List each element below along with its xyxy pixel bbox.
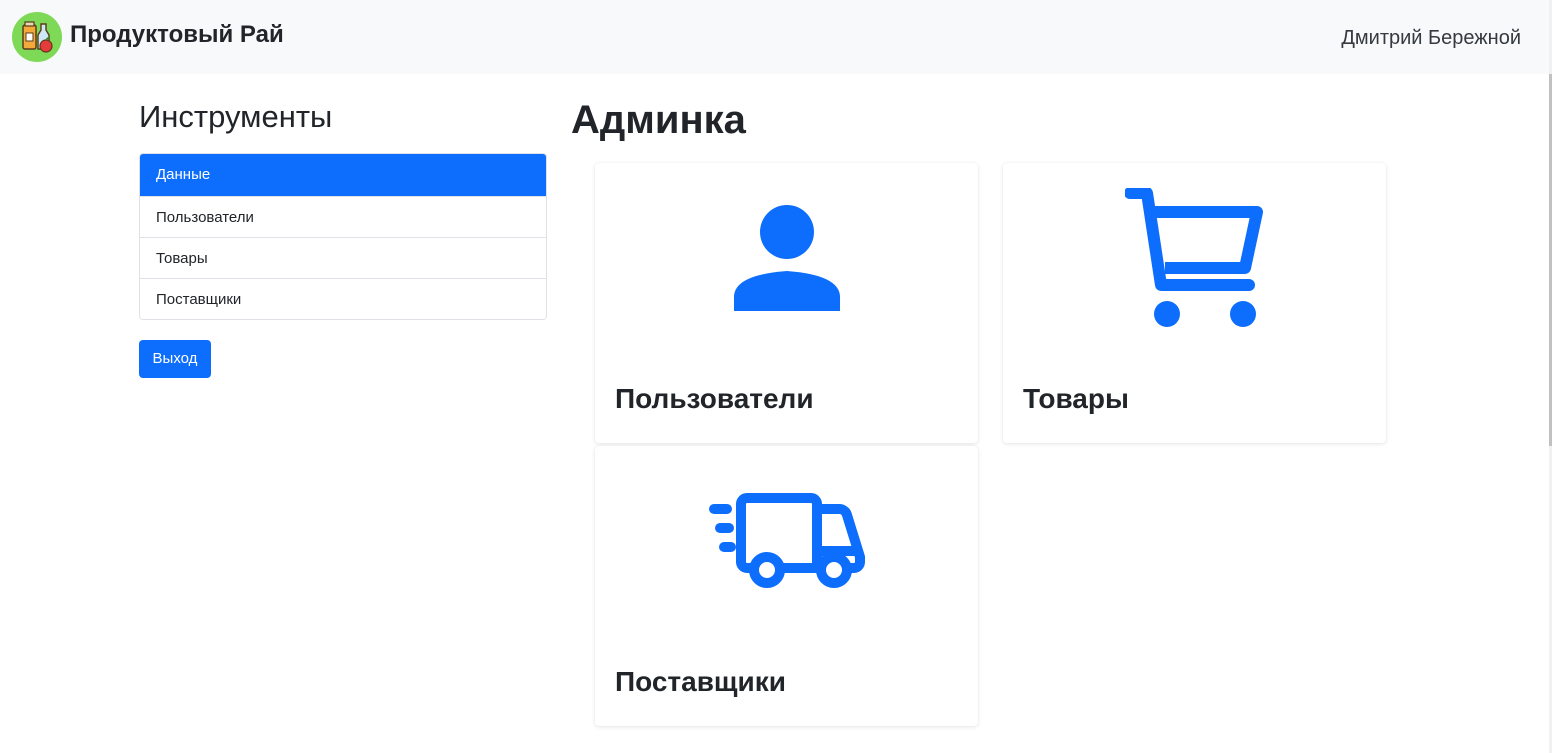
suppliers-card[interactable]: Поставщики bbox=[595, 446, 978, 726]
person-icon bbox=[733, 205, 840, 311]
user-menu[interactable]: Дмитрий Бережной bbox=[1341, 27, 1521, 50]
sidebar-item-users[interactable]: Пользователи bbox=[140, 196, 546, 237]
products-card[interactable]: Товары bbox=[1003, 163, 1386, 443]
grocery-logo-icon bbox=[12, 12, 62, 62]
brand-name: Продуктовый Рай bbox=[70, 21, 284, 48]
sidebar: Инструменты Данные Пользователи Товары П… bbox=[139, 98, 547, 378]
users-card-title: Пользователи bbox=[615, 383, 814, 414]
truck-icon bbox=[708, 493, 865, 588]
sidebar-item-suppliers[interactable]: Поставщики bbox=[140, 278, 546, 319]
exit-button[interactable]: Выход bbox=[139, 340, 211, 378]
sidebar-title: Инструменты bbox=[139, 99, 333, 134]
sidebar-menu: Данные Пользователи Товары Поставщики bbox=[139, 153, 547, 320]
products-card-title: Товары bbox=[1023, 383, 1129, 414]
sidebar-item-products[interactable]: Товары bbox=[140, 237, 546, 278]
users-card[interactable]: Пользователи bbox=[595, 163, 978, 443]
sidebar-item-data[interactable]: Данные bbox=[140, 154, 546, 196]
page-title: Админка bbox=[571, 98, 746, 142]
navbar: Продуктовый Рай Дмитрий Бережной bbox=[0, 0, 1552, 74]
suppliers-card-title: Поставщики bbox=[615, 666, 786, 697]
cart-icon bbox=[1124, 188, 1263, 327]
brand-link[interactable]: Продуктовый Рай bbox=[12, 12, 284, 62]
